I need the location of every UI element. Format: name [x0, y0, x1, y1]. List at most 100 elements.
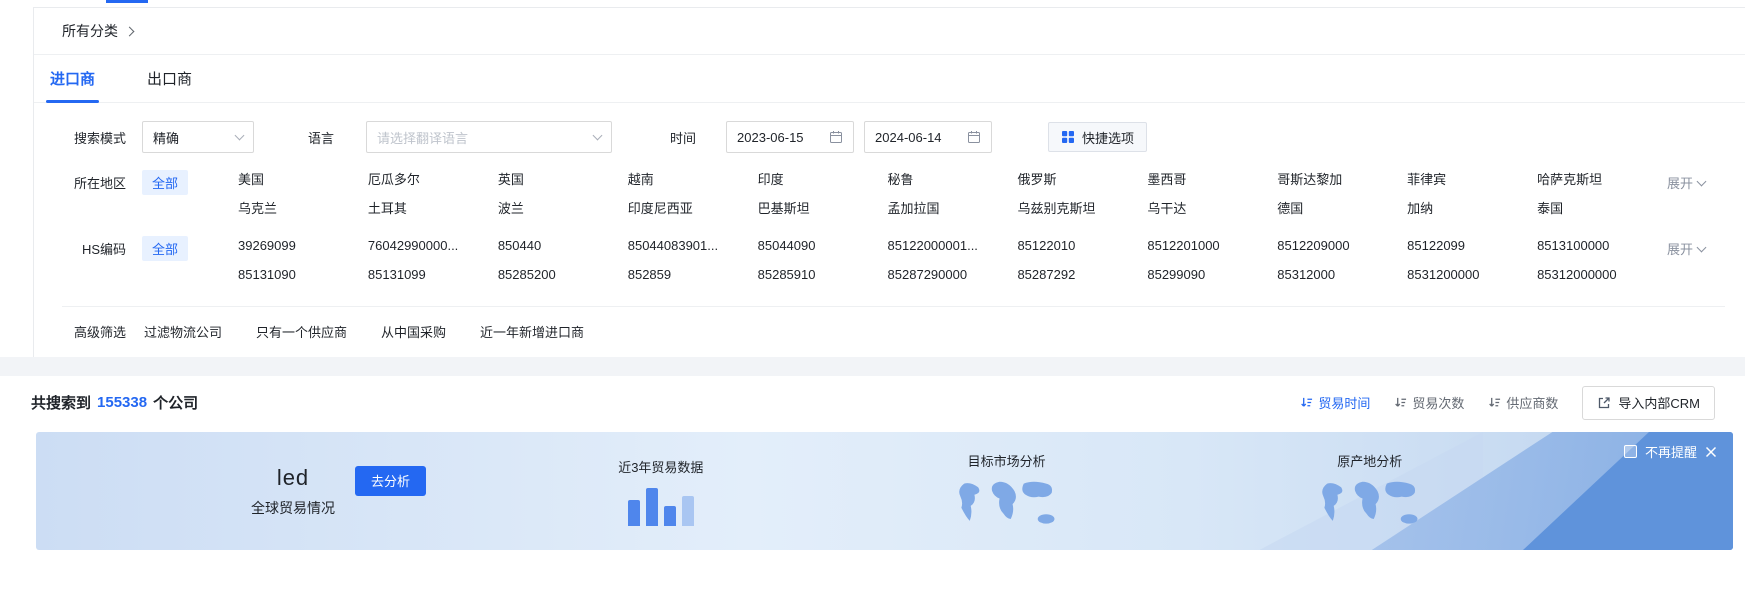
advanced-option[interactable]: 近一年新增进口商: [480, 322, 584, 341]
hs-code-item[interactable]: 85131090: [238, 265, 368, 285]
hs-code-item[interactable]: 85044090: [758, 236, 888, 256]
region-item[interactable]: 乌干达: [1147, 199, 1277, 219]
region-item[interactable]: 波兰: [498, 199, 628, 219]
hs-code-item[interactable]: 85044083901...: [628, 236, 758, 256]
hs-code-item[interactable]: 85299090: [1147, 265, 1277, 285]
hs-code-item[interactable]: 85312000: [1277, 265, 1407, 285]
sort-trade-count[interactable]: 贸易次数: [1394, 393, 1464, 412]
hs-code-item[interactable]: 85122000001...: [888, 236, 1018, 256]
tab-exporters[interactable]: 出口商: [143, 55, 196, 102]
results-count: 155338: [97, 394, 147, 411]
region-grid: 美国厄瓜多尔英国越南印度秘鲁俄罗斯墨西哥哥斯达黎加菲律宾哈萨克斯坦乌克兰土耳其波…: [238, 170, 1667, 219]
time-label: 时间: [670, 128, 696, 147]
sort-icon: [1300, 396, 1313, 409]
tabs: 进口商 出口商: [34, 55, 1745, 103]
feature-title: 近3年贸易数据: [618, 457, 703, 476]
region-item[interactable]: 英国: [498, 170, 628, 190]
region-item[interactable]: 泰国: [1537, 199, 1667, 219]
advanced-option[interactable]: 过滤物流公司: [144, 322, 222, 341]
hs-code-item[interactable]: 85312000000: [1537, 265, 1667, 285]
hs-code-item[interactable]: 85122010: [1017, 236, 1147, 256]
hs-code-item[interactable]: 8512209000: [1277, 236, 1407, 256]
advanced-option[interactable]: 只有一个供应商: [256, 322, 347, 341]
dismiss-checkbox[interactable]: [1624, 445, 1637, 458]
hs-code-item[interactable]: 85287292: [1017, 265, 1147, 285]
sort-supplier-count[interactable]: 供应商数: [1488, 393, 1558, 412]
filter-row-main: 搜索模式 精确 语言 请选择翻译语言 时间 2023-06-15 2024-06…: [34, 103, 1745, 153]
hs-expand-link[interactable]: 展开: [1667, 239, 1725, 258]
language-label: 语言: [308, 128, 334, 147]
sort-icon: [1394, 396, 1407, 409]
sort-trade-time[interactable]: 贸易时间: [1300, 393, 1370, 412]
breadcrumb: 所有分类: [34, 8, 1745, 55]
region-all-tag[interactable]: 全部: [142, 170, 188, 195]
hs-code-item[interactable]: 39269099: [238, 236, 368, 256]
search-panel: 所有分类 进口商 出口商 搜索模式 精确 语言 请选择翻译语言 时间 2023-…: [33, 7, 1745, 357]
hs-code-label: HS编码: [62, 239, 126, 258]
region-item[interactable]: 加纳: [1407, 199, 1537, 219]
region-item[interactable]: 乌兹别克斯坦: [1017, 199, 1147, 219]
tab-importers[interactable]: 进口商: [46, 55, 99, 102]
quick-options-button[interactable]: 快捷选项: [1048, 122, 1147, 152]
hs-code-item[interactable]: 85285910: [758, 265, 888, 285]
bar-chart-icon: [628, 484, 694, 526]
region-item[interactable]: 孟加拉国: [888, 199, 1018, 219]
region-item[interactable]: 印度尼西亚: [628, 199, 758, 219]
region-item[interactable]: 土耳其: [368, 199, 498, 219]
import-crm-button[interactable]: 导入内部CRM: [1582, 386, 1715, 420]
date-start-value: 2023-06-15: [737, 130, 804, 145]
region-item[interactable]: 德国: [1277, 199, 1407, 219]
region-item[interactable]: 哈萨克斯坦: [1537, 170, 1667, 190]
hs-code-item[interactable]: 85122099: [1407, 236, 1537, 256]
hs-code-item[interactable]: 85287290000: [888, 265, 1018, 285]
results-bar: 共搜索到 155338 个公司 贸易时间 贸易次数 供应商数 导入内部CRM: [0, 376, 1745, 429]
region-item[interactable]: 乌克兰: [238, 199, 368, 219]
region-item[interactable]: 哥斯达黎加: [1277, 170, 1407, 190]
hs-code-filter-row: HS编码 全部 3926909976042990000...8504408504…: [34, 219, 1745, 285]
page: 所有分类 进口商 出口商 搜索模式 精确 语言 请选择翻译语言 时间 2023-…: [0, 0, 1745, 591]
banner-features: 近3年贸易数据 目标市场分析: [335, 451, 1733, 532]
feature-trade-data: 近3年贸易数据: [618, 457, 703, 526]
dismiss-label: 不再提醒: [1645, 442, 1697, 461]
results-summary: 共搜索到 155338 个公司: [31, 392, 198, 413]
world-map-icon: [947, 478, 1067, 532]
search-mode-select[interactable]: 精确: [142, 121, 254, 153]
results-suffix: 个公司: [153, 392, 198, 413]
hs-all-tag[interactable]: 全部: [142, 236, 188, 261]
hs-code-item[interactable]: 850440: [498, 236, 628, 256]
region-item[interactable]: 美国: [238, 170, 368, 190]
top-tab-indicator: [106, 0, 148, 3]
region-item[interactable]: 墨西哥: [1147, 170, 1277, 190]
hs-code-item[interactable]: 852859: [628, 265, 758, 285]
feature-origin-analysis: 原产地分析: [1310, 451, 1430, 532]
advanced-option[interactable]: 从中国采购: [381, 322, 446, 341]
language-placeholder: 请选择翻译语言: [377, 128, 468, 147]
advanced-options: 过滤物流公司 只有一个供应商 从中国采购 近一年新增进口商: [144, 322, 584, 341]
date-start-input[interactable]: 2023-06-15: [726, 121, 854, 153]
region-item[interactable]: 印度: [758, 170, 888, 190]
banner-keyword-block: led 全球贸易情况 去分析: [251, 465, 335, 518]
region-item[interactable]: 巴基斯坦: [758, 199, 888, 219]
hs-code-item[interactable]: 8512201000: [1147, 236, 1277, 256]
banner-close-icon[interactable]: [1705, 446, 1717, 458]
hs-code-item[interactable]: 8531200000: [1407, 265, 1537, 285]
hs-code-item[interactable]: 8513100000: [1537, 236, 1667, 256]
feature-title: 原产地分析: [1337, 451, 1402, 470]
hs-code-grid: 3926909976042990000...85044085044083901.…: [238, 236, 1667, 285]
region-item[interactable]: 越南: [628, 170, 758, 190]
hs-code-item[interactable]: 85285200: [498, 265, 628, 285]
hs-code-item[interactable]: 76042990000...: [368, 236, 498, 256]
breadcrumb-label[interactable]: 所有分类: [62, 21, 118, 41]
hs-code-item[interactable]: 85131099: [368, 265, 498, 285]
region-expand-link[interactable]: 展开: [1667, 173, 1725, 192]
region-item[interactable]: 秘鲁: [888, 170, 1018, 190]
region-label: 所在地区: [62, 173, 126, 192]
chevron-down-icon: [235, 131, 245, 141]
region-item[interactable]: 俄罗斯: [1017, 170, 1147, 190]
region-item[interactable]: 菲律宾: [1407, 170, 1537, 190]
export-icon: [1597, 396, 1611, 410]
language-select[interactable]: 请选择翻译语言: [366, 121, 612, 153]
region-item[interactable]: 厄瓜多尔: [368, 170, 498, 190]
date-end-input[interactable]: 2024-06-14: [864, 121, 992, 153]
date-end-value: 2024-06-14: [875, 130, 942, 145]
